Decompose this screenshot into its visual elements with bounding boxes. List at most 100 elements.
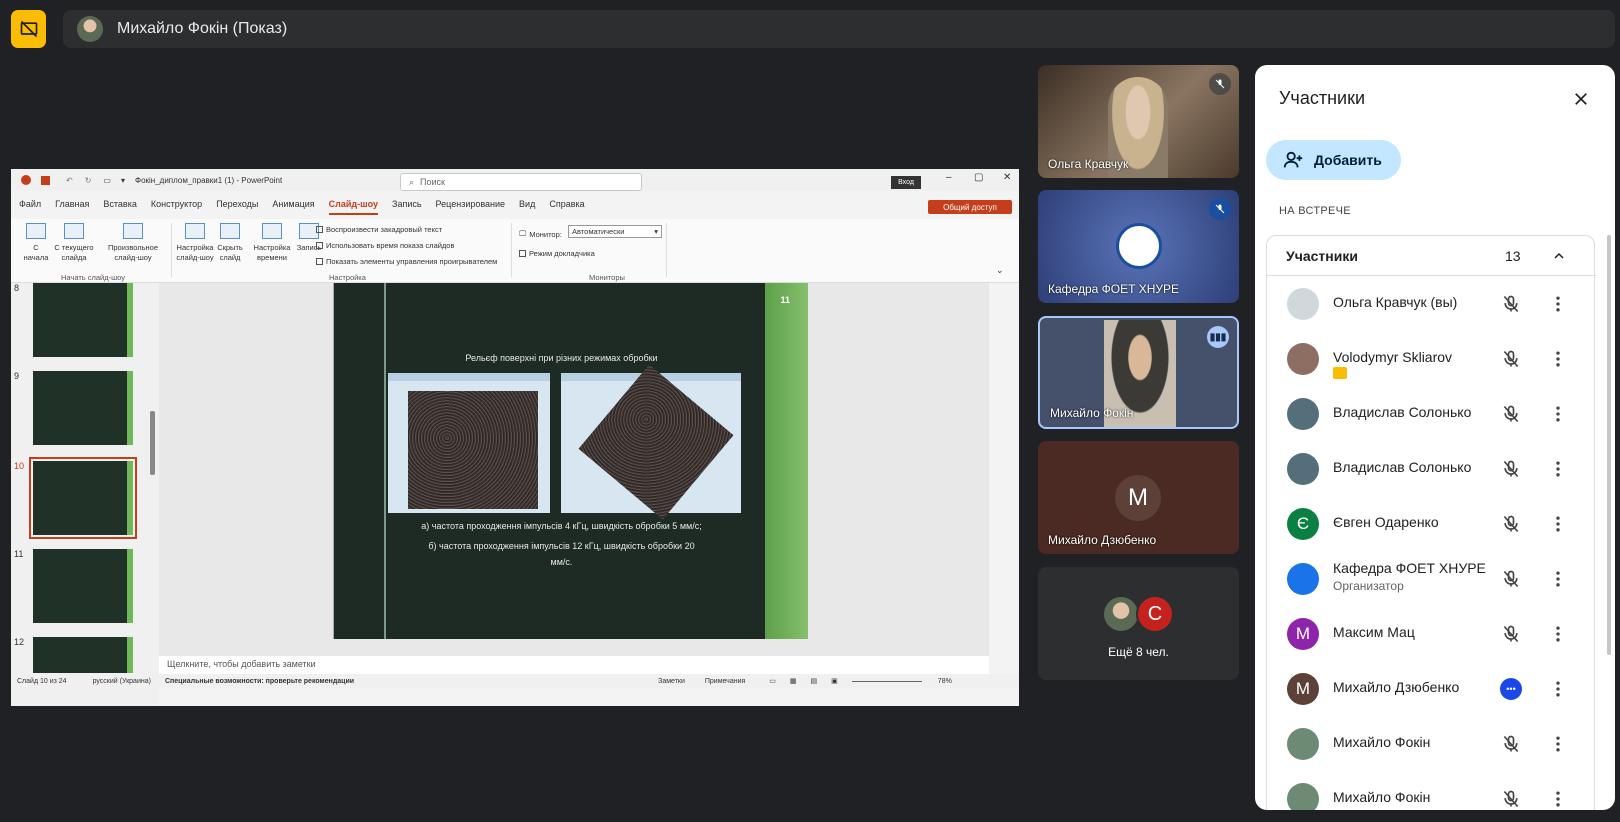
from-start-button[interactable]: С начала xyxy=(23,223,49,263)
reading-view-icon[interactable]: ▤ xyxy=(811,677,818,685)
participant-more-button[interactable] xyxy=(1546,622,1570,646)
participants-list-header[interactable]: Участники 13 xyxy=(1267,236,1596,276)
participant-row[interactable]: Михайло Фокін xyxy=(1267,716,1596,772)
maximize-icon[interactable]: ▢ xyxy=(974,172,983,183)
tab-insert[interactable]: Вставка xyxy=(103,199,136,215)
tab-home[interactable]: Главная xyxy=(55,199,89,215)
participant-mic-button[interactable] xyxy=(1499,512,1523,536)
video-tile-mykhailo-fokin[interactable]: ▮▮▮ Михайло Фокін xyxy=(1038,316,1239,429)
participant-row[interactable]: M Михайло Дзюбенко ••• xyxy=(1267,661,1596,717)
participant-more-button[interactable] xyxy=(1546,787,1570,810)
slide-thumbnail-10[interactable] xyxy=(29,457,137,539)
stop-presenting-button[interactable] xyxy=(11,10,46,48)
add-people-button[interactable]: Добавить xyxy=(1266,140,1401,180)
participant-row[interactable]: Є Євген Одаренко xyxy=(1267,496,1596,552)
rehearse-timings-button[interactable]: Настройка времени xyxy=(251,223,293,263)
participant-mic-button[interactable] xyxy=(1499,622,1523,646)
zoom-level[interactable]: 78% xyxy=(938,678,952,685)
close-window-icon[interactable]: ✕ xyxy=(1003,172,1011,183)
participant-more-button[interactable] xyxy=(1546,402,1570,426)
participant-mic-button[interactable]: ••• xyxy=(1499,677,1523,701)
participant-row[interactable]: Владислав Солонько xyxy=(1267,441,1596,497)
participant-more-button[interactable] xyxy=(1546,457,1570,481)
participant-mic-button[interactable] xyxy=(1499,787,1523,810)
language-status[interactable]: русский (Украина) xyxy=(93,678,151,685)
customize-qat-icon[interactable]: ▾ xyxy=(121,176,125,185)
participant-more-button[interactable] xyxy=(1546,567,1570,591)
slide-thumbnail-9[interactable] xyxy=(33,371,133,445)
panel-scrollbar[interactable] xyxy=(1607,235,1611,655)
participant-mic-button[interactable] xyxy=(1499,567,1523,591)
tab-help[interactable]: Справка xyxy=(549,199,584,215)
tab-view[interactable]: Вид xyxy=(519,199,535,215)
collapse-ribbon-icon[interactable]: ⌄ xyxy=(996,265,1004,276)
monitor-select[interactable]: Автоматически ▾ xyxy=(568,225,662,238)
share-button[interactable]: Общий доступ xyxy=(928,200,1012,214)
custom-show-button[interactable]: Произвольное слайд-шоу xyxy=(103,223,163,263)
tab-review[interactable]: Рецензирование xyxy=(436,199,506,215)
tab-record[interactable]: Запись xyxy=(392,199,422,215)
slide-thumbnail-8[interactable] xyxy=(33,283,133,357)
undo-icon[interactable]: ↶ xyxy=(66,176,73,185)
accessibility-status[interactable]: Специальные возможности: проверьте реком… xyxy=(165,678,354,685)
participant-mic-button[interactable] xyxy=(1499,732,1523,756)
participant-mic-button[interactable] xyxy=(1499,402,1523,426)
participant-avatar xyxy=(1287,783,1319,810)
chevron-down-icon: ▾ xyxy=(654,227,658,236)
participant-avatar xyxy=(1287,398,1319,430)
tab-file[interactable]: Файл xyxy=(19,199,41,215)
from-current-button[interactable]: С текущего слайда xyxy=(53,223,95,263)
media-controls-checkbox[interactable]: Показать элементы управления проигрывате… xyxy=(316,257,497,266)
presenter-view-checkbox[interactable]: Режим докладчика xyxy=(519,249,595,258)
normal-view-icon[interactable]: ▭ xyxy=(769,677,776,685)
login-button[interactable]: Вход xyxy=(891,176,921,189)
participant-row[interactable]: Владислав Солонько xyxy=(1267,386,1596,442)
from-start-label: С начала xyxy=(23,243,49,262)
save-icon[interactable] xyxy=(41,175,50,185)
timings-checkbox[interactable]: Использовать время показа слайдов xyxy=(316,241,454,250)
zoom-slider[interactable] xyxy=(851,680,922,682)
narration-label: Воспроизвести закадровый текст xyxy=(326,225,443,234)
participant-mic-button[interactable] xyxy=(1499,292,1523,316)
minimize-icon[interactable]: – xyxy=(946,172,952,183)
participant-mic-button[interactable] xyxy=(1499,457,1523,481)
notes-pane[interactable]: Щелкните, чтобы добавить заметки xyxy=(159,656,989,674)
participant-more-button[interactable] xyxy=(1546,677,1570,701)
start-slideshow-quick-icon[interactable]: ▭ xyxy=(103,176,111,185)
hide-slide-button[interactable]: Скрыть слайд xyxy=(215,223,245,263)
participant-more-button[interactable] xyxy=(1546,732,1570,756)
current-slide[interactable]: 11 Рельєф поверхні при різних режимах об… xyxy=(333,283,808,639)
tab-animations[interactable]: Анимация xyxy=(272,199,314,215)
participant-row[interactable]: Ольга Кравчук (вы) xyxy=(1267,276,1596,332)
participant-mic-button[interactable] xyxy=(1499,347,1523,371)
organization-logo xyxy=(1116,223,1162,269)
participant-more-button[interactable] xyxy=(1546,512,1570,536)
video-tile-olga[interactable]: Ольга Кравчук xyxy=(1038,65,1239,178)
comments-toggle[interactable]: Примечания xyxy=(705,678,745,685)
redo-icon[interactable]: ↻ xyxy=(85,176,92,185)
participant-more-button[interactable] xyxy=(1546,292,1570,316)
close-panel-button[interactable] xyxy=(1565,83,1597,115)
participant-row[interactable]: Volodymyr Skliarov xyxy=(1267,331,1596,387)
tab-design[interactable]: Конструктор xyxy=(151,199,202,215)
tab-transitions[interactable]: Переходы xyxy=(216,199,258,215)
video-tile-kafedra[interactable]: Кафедра ФОЕТ ХНУРЕ xyxy=(1038,190,1239,303)
participant-row[interactable]: M Максим Мац xyxy=(1267,606,1596,662)
video-tile-dziubenko[interactable]: M Михайло Дзюбенко xyxy=(1038,441,1239,554)
slide-thumbnail-12[interactable] xyxy=(33,637,133,673)
checkbox-icon xyxy=(316,258,323,265)
notes-toggle[interactable]: Заметки xyxy=(658,678,685,685)
slideshow-view-icon[interactable]: ▣ xyxy=(831,677,838,685)
participant-more-button[interactable] xyxy=(1546,347,1570,371)
video-tile-more[interactable]: C Ещё 8 чел. xyxy=(1038,567,1239,680)
narration-checkbox[interactable]: Воспроизвести закадровый текст xyxy=(316,225,442,234)
participant-row[interactable]: Михайло Фокін xyxy=(1267,771,1596,810)
participant-row[interactable]: Кафедра ФОЕТ ХНУРЕ Организатор xyxy=(1267,551,1596,607)
checkbox-icon xyxy=(519,250,526,257)
tab-slideshow[interactable]: Слайд-шоу xyxy=(328,199,379,215)
ppt-search-box[interactable]: ⌕ Поиск xyxy=(400,173,642,191)
slide-thumbnail-11[interactable] xyxy=(33,549,133,623)
sorter-view-icon[interactable]: ▦ xyxy=(790,677,797,685)
thumbnails-scrollbar[interactable] xyxy=(150,411,155,475)
setup-show-button[interactable]: Настройка слайд-шоу xyxy=(175,223,215,263)
